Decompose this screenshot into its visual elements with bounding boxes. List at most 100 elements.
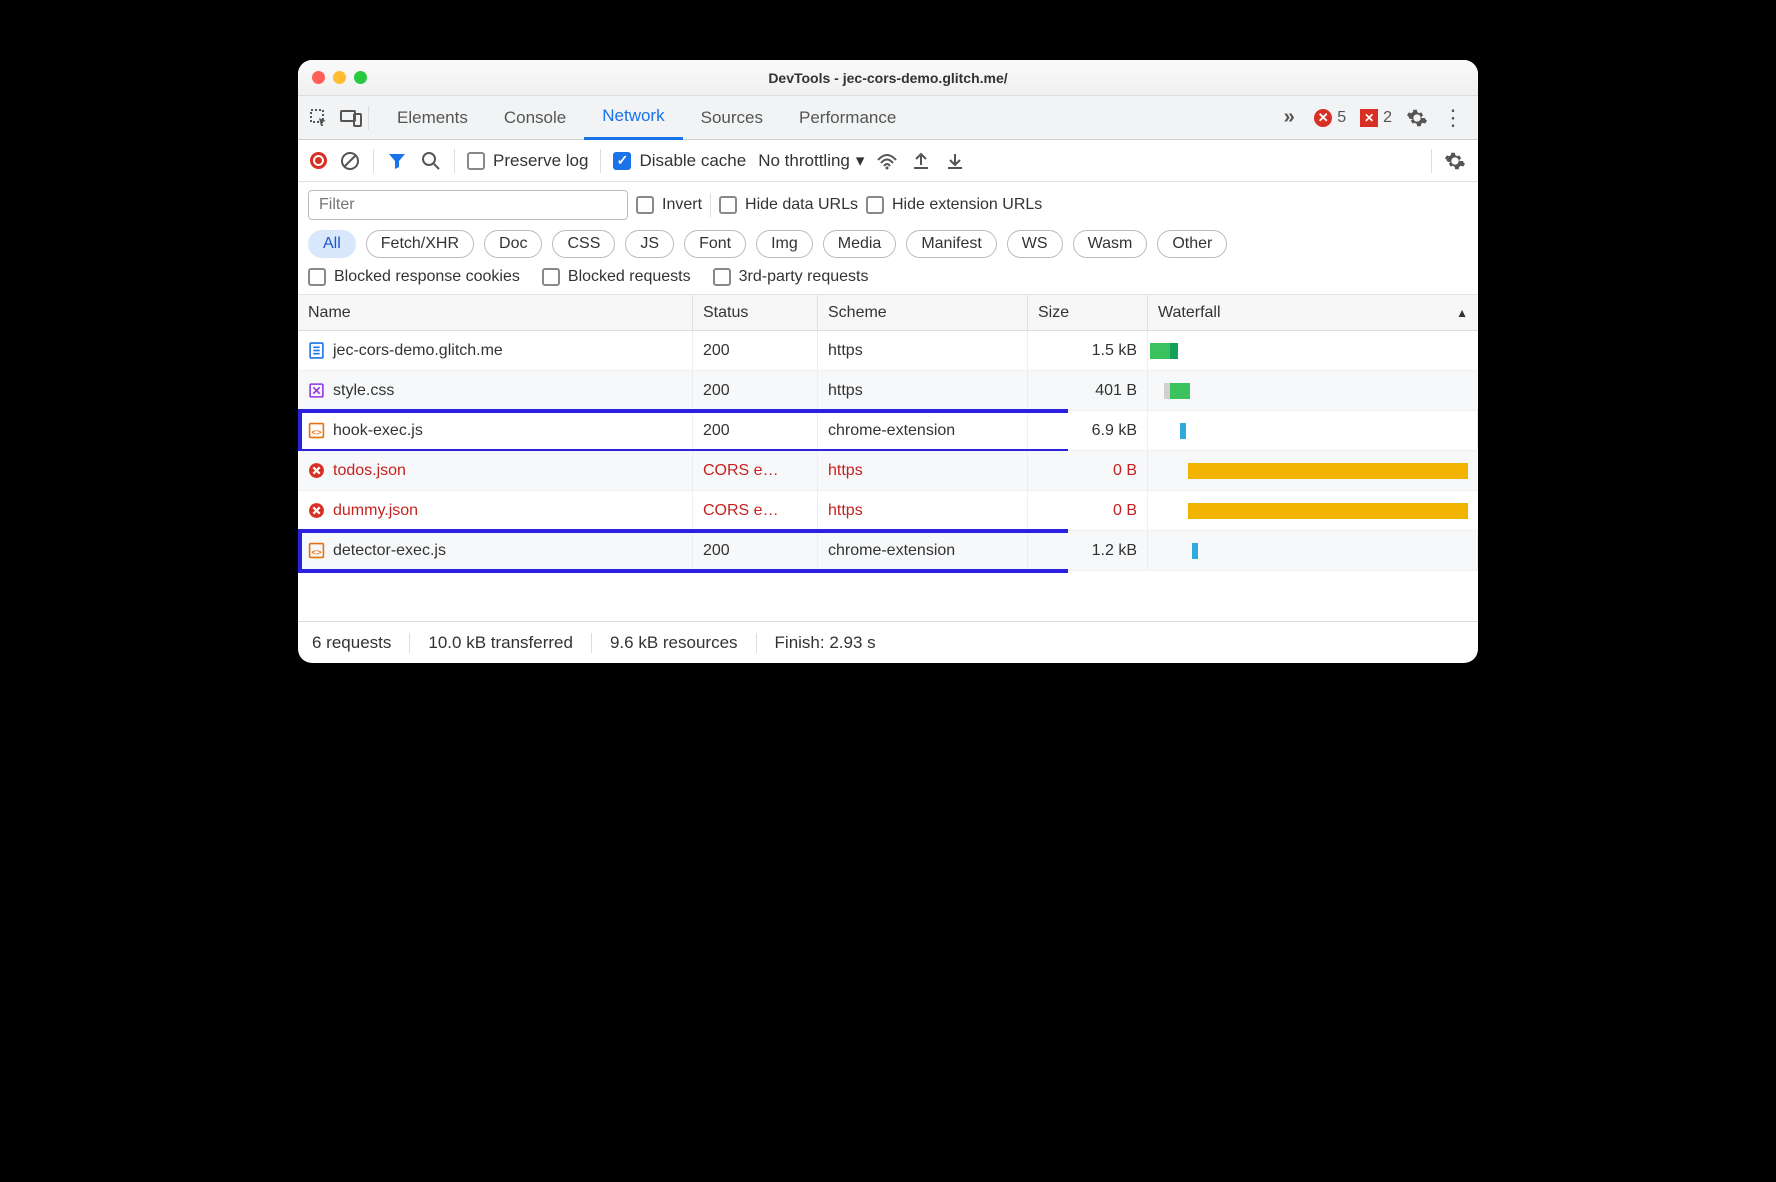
cell-waterfall [1148,331,1478,370]
throttling-select[interactable]: No throttling ▾ [758,151,864,171]
throttling-value: No throttling [758,151,850,171]
filter-icon[interactable] [386,150,408,172]
cell-status: CORS e… [693,491,818,530]
filter-pill-font[interactable]: Font [684,230,746,258]
divider [600,149,601,173]
table-row[interactable]: <>hook-exec.js200chrome-extension6.9 kB [298,411,1478,451]
cell-scheme: https [818,451,1028,490]
filter-input[interactable] [308,190,628,220]
network-settings-icon[interactable] [1444,150,1466,172]
cell-size: 1.2 kB [1028,531,1148,570]
cell-name: <>detector-exec.js [298,531,693,570]
filter-pill-manifest[interactable]: Manifest [906,230,996,258]
tab-elements[interactable]: Elements [379,96,486,140]
network-conditions-icon[interactable] [876,150,898,172]
table-row[interactable]: jec-cors-demo.glitch.me200https1.5 kB [298,331,1478,371]
cell-status: 200 [693,371,818,410]
preserve-log-checkbox[interactable]: Preserve log [467,151,588,171]
record-button[interactable] [310,152,327,169]
error-count-badge[interactable]: ✕ 5 [1314,109,1346,127]
file-js-icon: <> [308,542,325,559]
settings-icon[interactable] [1406,107,1428,129]
filter-pill-css[interactable]: CSS [552,230,615,258]
col-size[interactable]: Size [1028,295,1148,330]
cell-name: dummy.json [298,491,693,530]
cell-size: 0 B [1028,491,1148,530]
cell-status: 200 [693,531,818,570]
chevron-down-icon: ▾ [856,151,865,171]
table-row[interactable]: todos.jsonCORS e…https0 B [298,451,1478,491]
file-name: todos.json [333,462,406,480]
checkbox-checked-icon [613,152,631,170]
device-icon[interactable] [340,107,362,129]
col-scheme[interactable]: Scheme [818,295,1028,330]
search-icon[interactable] [420,150,442,172]
cell-name: <>hook-exec.js [298,411,693,450]
filter-pill-ws[interactable]: WS [1007,230,1063,258]
filter-pill-media[interactable]: Media [823,230,897,258]
tab-sources[interactable]: Sources [683,96,781,140]
cell-scheme: https [818,491,1028,530]
divider [710,193,711,217]
cell-scheme: https [818,331,1028,370]
status-resources: 9.6 kB resources [592,633,757,653]
col-status[interactable]: Status [693,295,818,330]
cell-waterfall [1148,451,1478,490]
filter-pill-wasm[interactable]: Wasm [1073,230,1148,258]
hide-data-label: Hide data URLs [745,196,858,214]
disable-cache-checkbox[interactable]: Disable cache [613,151,746,171]
clear-icon[interactable] [339,150,361,172]
waterfall-bar [1188,463,1468,479]
blocked-requests-checkbox[interactable]: Blocked requests [542,268,691,286]
invert-label: Invert [662,196,702,214]
checkbox-icon [713,268,731,286]
invert-checkbox[interactable]: Invert [636,196,702,214]
network-toolbar: Preserve log Disable cache No throttling… [298,140,1478,182]
table-row[interactable]: style.css200https401 B [298,371,1478,411]
tab-performance[interactable]: Performance [781,96,914,140]
filter-pill-other[interactable]: Other [1157,230,1227,258]
checkbox-icon [866,196,884,214]
file-name: style.css [333,382,394,400]
download-har-icon[interactable] [944,150,966,172]
waterfall-bar [1188,503,1468,519]
file-js-icon: <> [308,422,325,439]
table-row[interactable]: dummy.json CORS e…https0 B [298,491,1478,531]
checkbox-icon [308,268,326,286]
checkbox-icon [542,268,560,286]
waterfall-bar [1180,423,1186,439]
devtools-window: DevTools - jec-cors-demo.glitch.me/ Elem… [298,60,1478,663]
hide-extension-urls-checkbox[interactable]: Hide extension URLs [866,196,1042,214]
third-party-label: 3rd-party requests [739,268,869,286]
cell-waterfall [1148,411,1478,450]
blocked-cookies-label: Blocked response cookies [334,268,520,286]
filter-pill-doc[interactable]: Doc [484,230,542,258]
col-name[interactable]: Name [298,295,693,330]
file-name: dummy.json [333,502,418,520]
col-waterfall[interactable]: Waterfall▲ [1148,295,1478,330]
cell-name: jec-cors-demo.glitch.me [298,331,693,370]
filter-pill-all[interactable]: All [308,230,356,258]
waterfall-bar [1192,543,1198,559]
table-row[interactable]: <>detector-exec.js200chrome-extension1.2… [298,531,1478,571]
hide-data-urls-checkbox[interactable]: Hide data URLs [719,196,858,214]
more-tabs-icon[interactable]: » [1278,107,1300,129]
filter-pill-js[interactable]: JS [625,230,674,258]
checkbox-icon [719,196,737,214]
kebab-menu-icon[interactable]: ⋮ [1442,107,1464,129]
file-css-icon [308,382,325,399]
cell-scheme: chrome-extension [818,531,1028,570]
filter-pill-img[interactable]: Img [756,230,813,258]
inspect-icon[interactable] [308,107,330,129]
tab-console[interactable]: Console [486,96,584,140]
issue-count-badge[interactable]: ✕ 2 [1360,109,1392,127]
upload-har-icon[interactable] [910,150,932,172]
tab-network[interactable]: Network [584,96,682,140]
error-count: 5 [1337,109,1346,127]
third-party-checkbox[interactable]: 3rd-party requests [713,268,869,286]
filter-pill-fetchxhr[interactable]: Fetch/XHR [366,230,474,258]
blocked-cookies-checkbox[interactable]: Blocked response cookies [308,268,520,286]
waterfall-bar [1170,383,1190,399]
cell-size: 6.9 kB [1028,411,1148,450]
error-icon: ✕ [1314,109,1332,127]
